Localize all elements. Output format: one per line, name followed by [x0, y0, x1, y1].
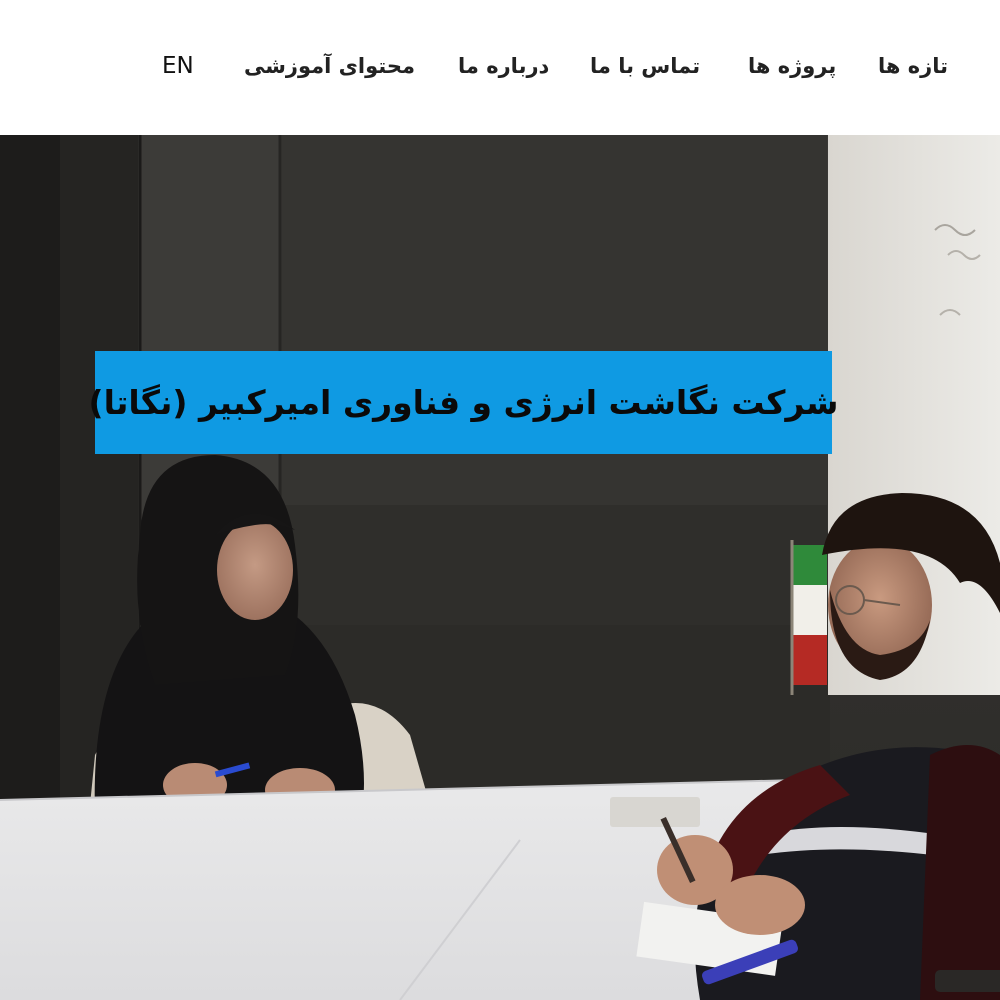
- nav-item-cut-off[interactable]: ـ: [990, 46, 1000, 86]
- nav-item-news[interactable]: تازه ها: [878, 46, 948, 86]
- hero-photo: [0, 135, 1000, 1000]
- nav-item-about[interactable]: درباره ما: [458, 46, 549, 86]
- language-switch-en[interactable]: EN: [162, 46, 194, 86]
- hero-title: شرکت نگاشت انرژی و فناوری امیرکبیر (نگات…: [88, 383, 839, 422]
- nav-item-projects[interactable]: پروژه ها: [748, 46, 836, 86]
- page: ـ تازه ها پروژه ها تماس با ما درباره ما …: [0, 0, 1000, 1000]
- nav-item-educational-content[interactable]: محتوای آموزشی: [244, 46, 415, 86]
- hero-section: [0, 135, 1000, 1000]
- nav-item-contact[interactable]: تماس با ما: [590, 46, 700, 86]
- hero-title-banner: شرکت نگاشت انرژی و فناوری امیرکبیر (نگات…: [89, 351, 838, 454]
- site-header: ـ تازه ها پروژه ها تماس با ما درباره ما …: [0, 0, 1000, 135]
- main-nav: ـ تازه ها پروژه ها تماس با ما درباره ما …: [0, 46, 1000, 86]
